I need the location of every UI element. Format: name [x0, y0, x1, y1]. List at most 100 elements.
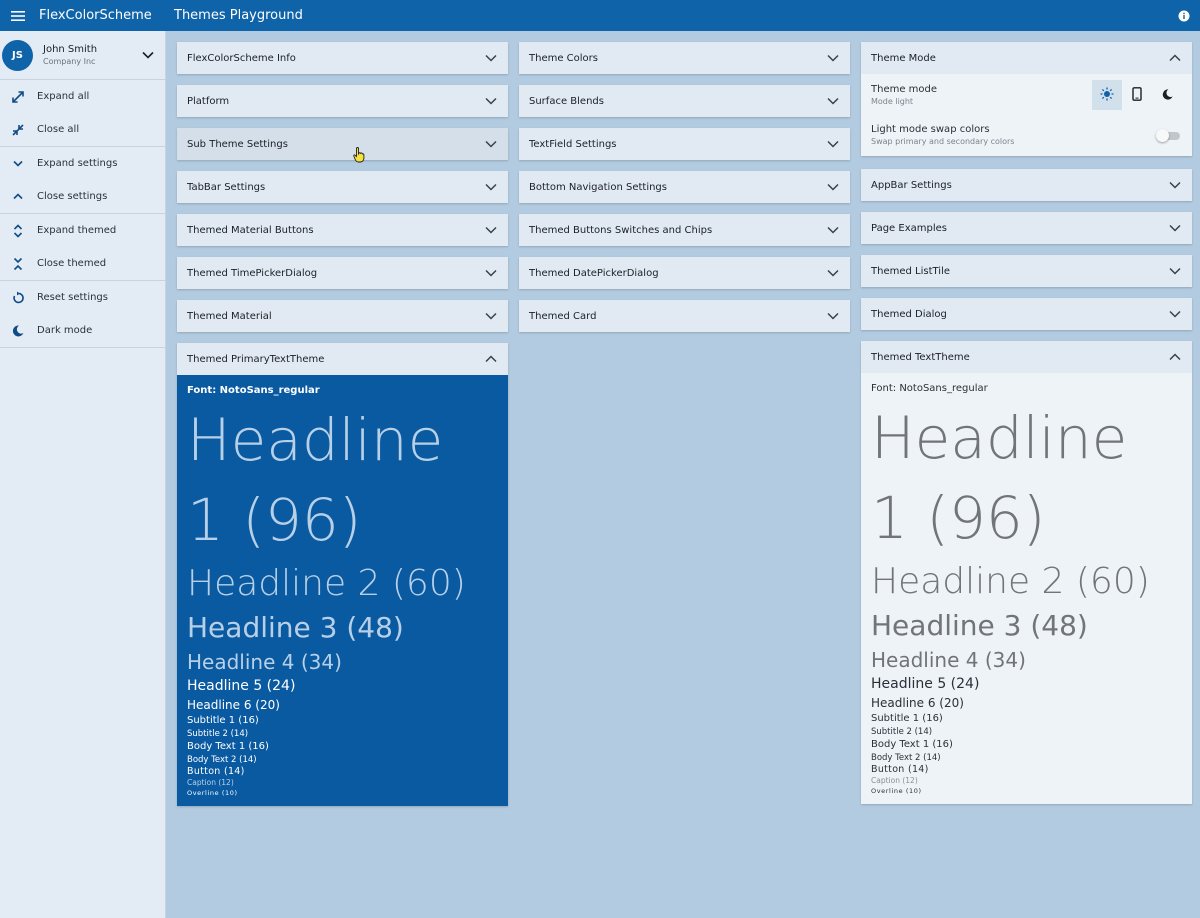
headline-5: Headline 5 (24)	[187, 678, 296, 694]
chevron-down-icon[interactable]	[821, 304, 845, 328]
sidebar-item-reset-settings[interactable]: Reset settings	[0, 281, 165, 314]
chevron-down-icon	[10, 156, 26, 172]
panel-themed-listtile[interactable]: Themed ListTile	[861, 255, 1192, 287]
chevron-down-icon[interactable]	[821, 89, 845, 113]
panel-title: Theme Mode	[871, 52, 936, 64]
panel-page-examples[interactable]: Page Examples	[861, 212, 1192, 244]
body-text-2: Body Text 2 (14)	[187, 755, 257, 765]
avatar: JS	[2, 39, 33, 71]
chevron-up-icon[interactable]	[479, 347, 503, 371]
panel-title: Themed Material	[187, 310, 272, 322]
chevron-up-icon[interactable]	[1163, 345, 1187, 369]
sidebar: JS John Smith Company Inc Expand all Clo…	[0, 31, 166, 918]
chevron-down-icon[interactable]	[1163, 216, 1187, 240]
unfold-more-icon	[10, 223, 26, 239]
panel-flexcolorscheme-info[interactable]: FlexColorScheme Info	[177, 42, 508, 74]
chevron-down-icon[interactable]	[1163, 302, 1187, 326]
panel-title: TabBar Settings	[187, 181, 266, 193]
chevron-down-icon[interactable]	[479, 304, 503, 328]
text-theme-preview: Font: NotoSans_regular Headline 1 (96) H…	[861, 373, 1192, 804]
panel-title: AppBar Settings	[871, 179, 952, 191]
chevron-up-icon	[10, 189, 26, 205]
chevron-down-icon[interactable]	[137, 44, 159, 66]
chevron-down-icon[interactable]	[479, 175, 503, 199]
swap-colors-switch[interactable]	[1156, 129, 1180, 142]
panel-theme-colors[interactable]: Theme Colors	[519, 42, 850, 74]
panel-title: Themed Buttons Switches and Chips	[529, 224, 713, 236]
sidebar-item-expand-themed[interactable]: Expand themed	[0, 214, 165, 247]
sidebar-item-close-settings[interactable]: Close settings	[0, 180, 165, 213]
panel-themed-primarytexttheme[interactable]: Themed PrimaryTextTheme Font: NotoSans_r…	[177, 343, 508, 806]
chevron-down-icon[interactable]	[479, 218, 503, 242]
dark-mode-button[interactable]	[1152, 80, 1182, 110]
body-text-1: Body Text 1 (16)	[871, 739, 953, 750]
panel-themed-material-buttons[interactable]: Themed Material Buttons	[177, 214, 508, 246]
theme-mode-toggle-buttons	[1092, 80, 1182, 110]
chevron-down-icon[interactable]	[821, 261, 845, 285]
chevron-down-icon[interactable]	[821, 218, 845, 242]
chevron-down-icon[interactable]	[1163, 173, 1187, 197]
panel-theme-mode[interactable]: Theme Mode Theme mode Mode light Light m…	[861, 42, 1192, 156]
subtitle-1: Subtitle 1 (16)	[187, 715, 259, 726]
sidebar-item-label: Close settings	[37, 191, 108, 202]
info-icon[interactable]	[1171, 0, 1197, 31]
chevron-down-icon[interactable]	[479, 132, 503, 156]
sidebar-item-label: Reset settings	[37, 292, 108, 303]
panel-tabbar-settings[interactable]: TabBar Settings	[177, 171, 508, 203]
sidebar-item-dark-mode[interactable]: Dark mode	[0, 314, 165, 347]
user-header[interactable]: JS John Smith Company Inc	[0, 31, 165, 80]
panel-title: TextField Settings	[529, 138, 617, 150]
button-text: Button (14)	[871, 764, 929, 775]
reset-icon	[10, 290, 26, 306]
panel-title: Platform	[187, 95, 230, 107]
headline-1: Headline 1 (96)	[187, 406, 444, 554]
system-mode-button[interactable]	[1122, 80, 1152, 110]
body-text-2: Body Text 2 (14)	[871, 753, 941, 763]
page-title: Themes Playground	[174, 8, 303, 23]
sidebar-item-expand-settings[interactable]: Expand settings	[0, 147, 165, 180]
chevron-up-icon[interactable]	[1163, 46, 1187, 70]
panel-themed-dialog[interactable]: Themed Dialog	[861, 298, 1192, 330]
chevron-down-icon[interactable]	[1163, 259, 1187, 283]
panel-themed-material[interactable]: Themed Material	[177, 300, 508, 332]
chevron-down-icon[interactable]	[479, 46, 503, 70]
theme-mode-body: Theme mode Mode light Light mode swap co…	[861, 74, 1192, 156]
button-text: Button (14)	[187, 766, 245, 777]
chevron-down-icon[interactable]	[821, 46, 845, 70]
subtitle-2: Subtitle 2 (14)	[187, 729, 249, 739]
chevron-down-icon[interactable]	[821, 175, 845, 199]
panel-themed-timepickerdialog[interactable]: Themed TimePickerDialog	[177, 257, 508, 289]
user-company: Company Inc	[43, 57, 96, 66]
moon-icon	[10, 323, 26, 339]
panel-themed-card[interactable]: Themed Card	[519, 300, 850, 332]
overline-text: Overline (10)	[871, 787, 922, 795]
overline-text: Overline (10)	[187, 789, 238, 797]
chevron-down-icon[interactable]	[479, 89, 503, 113]
sidebar-item-label: Close themed	[37, 258, 107, 269]
panel-themed-texttheme[interactable]: Themed TextTheme Font: NotoSans_regular …	[861, 341, 1192, 804]
theme-mode-label: Theme mode	[871, 84, 938, 95]
panel-surface-blends[interactable]: Surface Blends	[519, 85, 850, 117]
panel-bottom-navigation-settings[interactable]: Bottom Navigation Settings	[519, 171, 850, 203]
panel-themed-buttons-switches-chips[interactable]: Themed Buttons Switches and Chips	[519, 214, 850, 246]
headline-3: Headline 3 (48)	[871, 609, 1088, 642]
panel-title: Bottom Navigation Settings	[529, 181, 667, 193]
panel-platform[interactable]: Platform	[177, 85, 508, 117]
panel-title: Themed TimePickerDialog	[187, 267, 318, 279]
panel-themed-datepickerdialog[interactable]: Themed DatePickerDialog	[519, 257, 850, 289]
menu-icon[interactable]	[2, 0, 34, 31]
chevron-down-icon[interactable]	[821, 132, 845, 156]
panel-title: Themed DatePickerDialog	[529, 267, 659, 279]
panel-textfield-settings[interactable]: TextField Settings	[519, 128, 850, 160]
light-mode-button[interactable]	[1092, 80, 1122, 110]
panel-title: FlexColorScheme Info	[187, 52, 296, 64]
panel-sub-theme-settings[interactable]: Sub Theme Settings	[177, 128, 508, 160]
sidebar-item-close-all[interactable]: Close all	[0, 113, 165, 146]
panel-appbar-settings[interactable]: AppBar Settings	[861, 169, 1192, 201]
sidebar-item-close-themed[interactable]: Close themed	[0, 247, 165, 280]
sidebar-item-label: Expand all	[37, 91, 90, 102]
headline-2: Headline 2 (60)	[871, 561, 1150, 602]
sidebar-item-expand-all[interactable]: Expand all	[0, 80, 165, 113]
chevron-down-icon[interactable]	[479, 261, 503, 285]
close-all-icon	[10, 122, 26, 138]
